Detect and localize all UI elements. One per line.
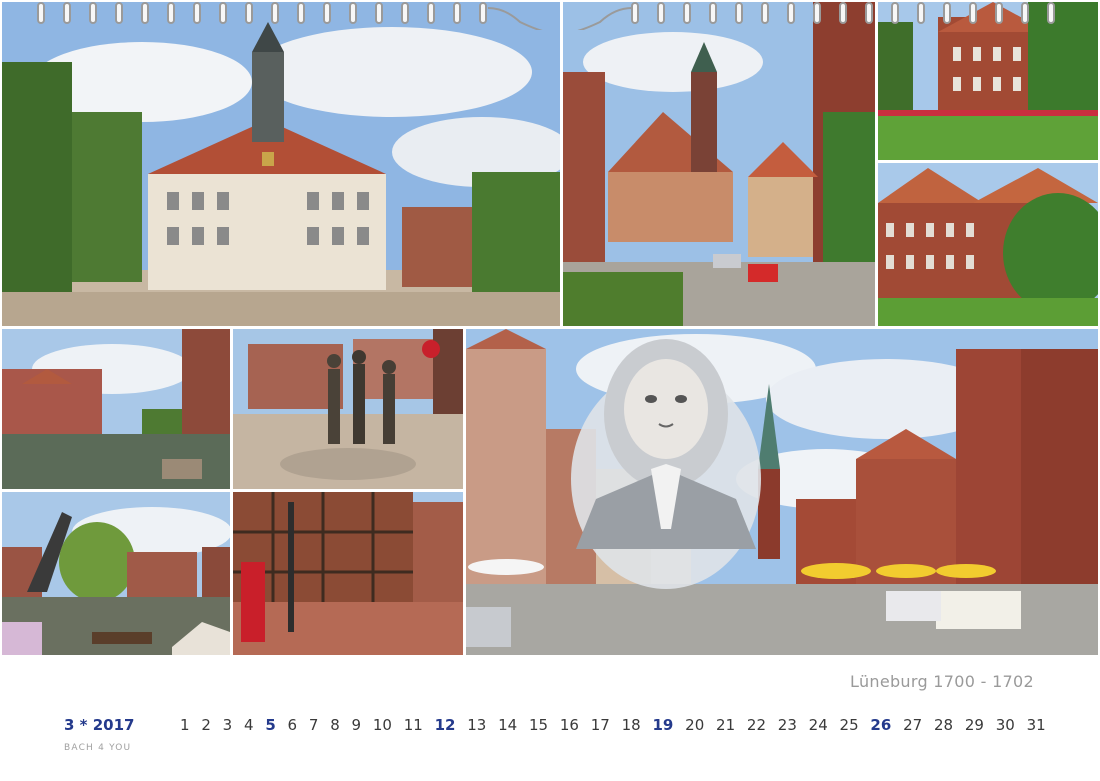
- calendar-days: 1 2 3 4 5 6 7 8 9 10 11 12 13 14 15 16 17 18 19 20 21 22 23 24 2…: [180, 716, 1046, 734]
- calendar-day: 17: [590, 716, 610, 734]
- calendar-day: 12: [434, 716, 456, 734]
- calendar-day: 4: [243, 716, 254, 734]
- calendar-day: 3: [222, 716, 233, 734]
- calendar-day: 10: [372, 716, 392, 734]
- photo-caption: Lüneburg 1700 - 1702: [850, 672, 1034, 691]
- photo-town-hall: [2, 2, 560, 326]
- calendar-day: 21: [716, 716, 736, 734]
- calendar-day: 22: [746, 716, 766, 734]
- calendar-day: 26: [870, 716, 892, 734]
- photo-brick-row-trees: [878, 163, 1098, 326]
- calendar-day: 5: [265, 716, 276, 734]
- spiral-binding: [37, 2, 1055, 30]
- calendar-day: 20: [685, 716, 705, 734]
- calendar-day: 28: [933, 716, 954, 734]
- month-label: 3 * 2017: [64, 716, 135, 734]
- calendar-day: 13: [467, 716, 487, 734]
- calendar-day: 27: [903, 716, 923, 734]
- calendar-day: 14: [498, 716, 518, 734]
- photo-river-houses: [2, 329, 230, 489]
- calendar-day: 18: [621, 716, 641, 734]
- calendar-day: 25: [839, 716, 859, 734]
- calendar-day: 8: [330, 716, 340, 734]
- photo-timbered-street: [233, 492, 463, 655]
- calendar-day: 1: [180, 716, 190, 734]
- brand-label: BACH 4 YOU: [64, 743, 132, 753]
- calendar-day: 6: [287, 716, 298, 734]
- calendar-day: 11: [403, 716, 423, 734]
- photo-church-street: [563, 2, 875, 326]
- photo-street-bach-portrait: [466, 329, 1098, 655]
- calendar-day: 16: [559, 716, 579, 734]
- photo-old-crane: [2, 492, 230, 655]
- calendar-page: Lüneburg 1700 - 1702 3 * 2017 BACH 4 YOU…: [0, 0, 1100, 781]
- calendar-day: 31: [1026, 716, 1046, 734]
- calendar-day: 15: [529, 716, 549, 734]
- calendar-day: 23: [777, 716, 797, 734]
- calendar-day: 7: [308, 716, 319, 734]
- calendar-day: 2: [201, 716, 211, 734]
- photo-statue: [233, 329, 463, 489]
- calendar-day: 9: [351, 716, 362, 734]
- calendar-day: 19: [652, 716, 674, 734]
- calendar-day: 30: [995, 716, 1015, 734]
- calendar-day: 29: [964, 716, 984, 734]
- calendar-day: 24: [808, 716, 828, 734]
